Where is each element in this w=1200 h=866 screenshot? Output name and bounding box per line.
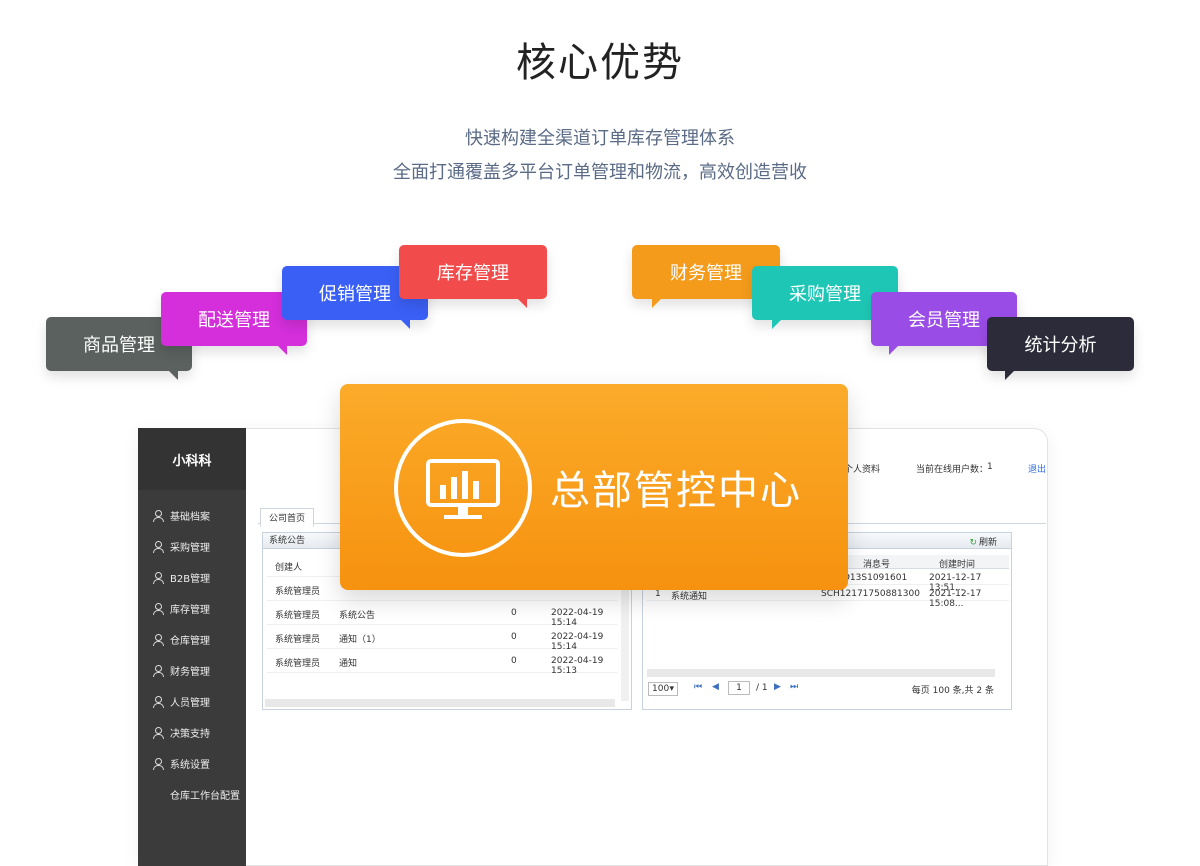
- sidebar-item-warehouse[interactable]: 仓库管理: [138, 624, 246, 655]
- profile-link[interactable]: 个人资料: [844, 462, 880, 475]
- hq-control-center-label: 总部管控中心: [550, 468, 802, 514]
- col-created-header: 创建时间: [939, 560, 976, 570]
- sidebar-item-decision[interactable]: 决策支持: [138, 717, 246, 748]
- refresh-label: 刷新: [978, 538, 997, 548]
- sidebar-item-b2b[interactable]: B2B管理: [138, 562, 246, 593]
- cell-creator: 系统管理员: [275, 635, 321, 645]
- cell-msgno: D13S1091601: [843, 573, 908, 583]
- cell-title: 通知（1）: [339, 635, 381, 645]
- online-users-label: 当前在线用户数：: [916, 465, 989, 475]
- user-icon: [152, 602, 164, 615]
- page-value: 1: [736, 683, 742, 693]
- cell-creator: 系统管理员: [275, 611, 321, 621]
- bubble-label: 统计分析: [1024, 335, 1097, 356]
- table-row[interactable]: 系统管理员 系统公告 0 2022-04-19 15:14: [267, 601, 617, 628]
- cell-created: 2021-12-17 15:08...: [929, 589, 982, 609]
- sidebar-item-finance[interactable]: 财务管理: [138, 655, 246, 686]
- page-input[interactable]: 1: [728, 681, 750, 695]
- page-title: 核心优势: [516, 40, 684, 86]
- table-row[interactable]: 系统管理员 通知（1） 0 2022-04-19 15:14: [267, 625, 617, 652]
- cell-time: 2022-04-19 15:13: [551, 656, 604, 676]
- user-icon: [152, 757, 164, 770]
- bubble-label: 库存管理: [437, 263, 509, 284]
- message-grid-header: 消息号 创建时间: [843, 555, 1009, 570]
- bubble-label: 配送管理: [198, 310, 270, 331]
- sidebar-item-basic-archive[interactable]: 基础档案: [138, 500, 246, 531]
- chevron-down-icon: ▾: [669, 684, 674, 694]
- sidebar-item-label: 人员管理: [170, 698, 210, 709]
- cell-title: 通知: [339, 659, 358, 669]
- sidebar-item-label: 仓库管理: [170, 636, 210, 647]
- page-size-select[interactable]: 100 ▾: [648, 682, 678, 696]
- cell-title: 系统公告: [339, 611, 376, 621]
- page-size-value: 100: [652, 684, 670, 694]
- sidebar-item-purchase[interactable]: 采购管理: [138, 531, 246, 562]
- cell-count: 0: [511, 608, 517, 618]
- bubble-label: 促销管理: [319, 284, 391, 305]
- online-users-count: 1: [987, 462, 993, 472]
- app-brand: 小科科: [138, 428, 246, 490]
- cell-creator: 系统管理员: [275, 659, 321, 669]
- sidebar-item-label: 系统设置: [170, 760, 210, 771]
- user-icon: [152, 726, 164, 739]
- app-sidebar: 小科科 基础档案 采购管理 B2B管理 库存管理 仓库管理 财务管理 人员管理 …: [138, 428, 246, 866]
- last-page-button[interactable]: ⏭: [790, 682, 798, 692]
- sidebar-item-label: 仓库工作台配置: [170, 791, 240, 802]
- bubble-label: 财务管理: [670, 263, 742, 284]
- refresh-button[interactable]: ↻ 刷新: [969, 535, 997, 548]
- cell-count: 0: [511, 656, 517, 666]
- sidebar-item-label: 财务管理: [170, 667, 210, 678]
- horizontal-scrollbar[interactable]: [265, 699, 615, 707]
- bubble-inventory-management: 库存管理: [399, 245, 547, 308]
- cell-msgno: SCH12171750881300: [821, 589, 920, 599]
- sidebar-item-label: 基础档案: [170, 512, 210, 523]
- pager-summary: 每页 100 条,共 2 条: [911, 686, 994, 696]
- table-row[interactable]: 系统管理员 通知 0 2022-04-19 15:13: [267, 649, 617, 676]
- hq-control-center-card: 总部管控中心: [340, 384, 848, 590]
- user-icon: [152, 509, 164, 522]
- cell-creator: 系统管理员: [275, 587, 321, 597]
- sidebar-item-inventory[interactable]: 库存管理: [138, 593, 246, 624]
- first-page-button[interactable]: ⏮: [694, 682, 702, 692]
- cell-count: 0: [511, 632, 517, 642]
- sidebar-item-label: 库存管理: [170, 605, 210, 616]
- bubble-statistics-analysis: 统计分析: [987, 317, 1134, 380]
- cell-no: 1: [655, 589, 661, 599]
- bubble-label: 商品管理: [83, 335, 155, 356]
- user-icon: [152, 633, 164, 646]
- logout-link[interactable]: 退出: [1028, 462, 1046, 475]
- subtitle-line-1: 快速构建全渠道订单库存管理体系: [465, 128, 735, 149]
- bubble-label: 会员管理: [908, 310, 980, 331]
- sidebar-item-personnel[interactable]: 人员管理: [138, 686, 246, 717]
- monitor-chart-icon: [394, 419, 532, 557]
- user-icon: [152, 664, 164, 677]
- next-page-button[interactable]: ▶: [774, 682, 781, 692]
- cell-type: 系统通知: [671, 592, 708, 602]
- user-icon: [152, 540, 164, 553]
- col-creator-header: 创建人: [275, 563, 303, 573]
- col-msgno-header: 消息号: [863, 560, 891, 570]
- sidebar-item-label: 决策支持: [170, 729, 210, 740]
- horizontal-scrollbar[interactable]: [647, 669, 995, 677]
- tab-company-home[interactable]: 公司首页: [260, 508, 315, 527]
- prev-page-button[interactable]: ◀: [712, 682, 719, 692]
- sidebar-item-system-settings[interactable]: 系统设置: [138, 748, 246, 779]
- refresh-icon: ↻: [969, 538, 977, 548]
- user-icon: [152, 571, 164, 584]
- bubble-label: 采购管理: [789, 284, 861, 305]
- pagination-bar: 100 ▾ ⏮ ◀ 1 / 1 ▶ ⏭ 每页 100 条,共 2 条: [646, 680, 1008, 700]
- sidebar-item-label: B2B管理: [170, 574, 211, 585]
- sidebar-item-warehouse-workbench[interactable]: 仓库工作台配置: [138, 779, 246, 810]
- subtitle-line-2: 全面打通覆盖多平台订单管理和物流，高效创造营收: [393, 162, 807, 183]
- total-pages: / 1: [756, 683, 768, 693]
- sidebar-item-label: 采购管理: [170, 543, 210, 554]
- user-icon: [152, 695, 164, 708]
